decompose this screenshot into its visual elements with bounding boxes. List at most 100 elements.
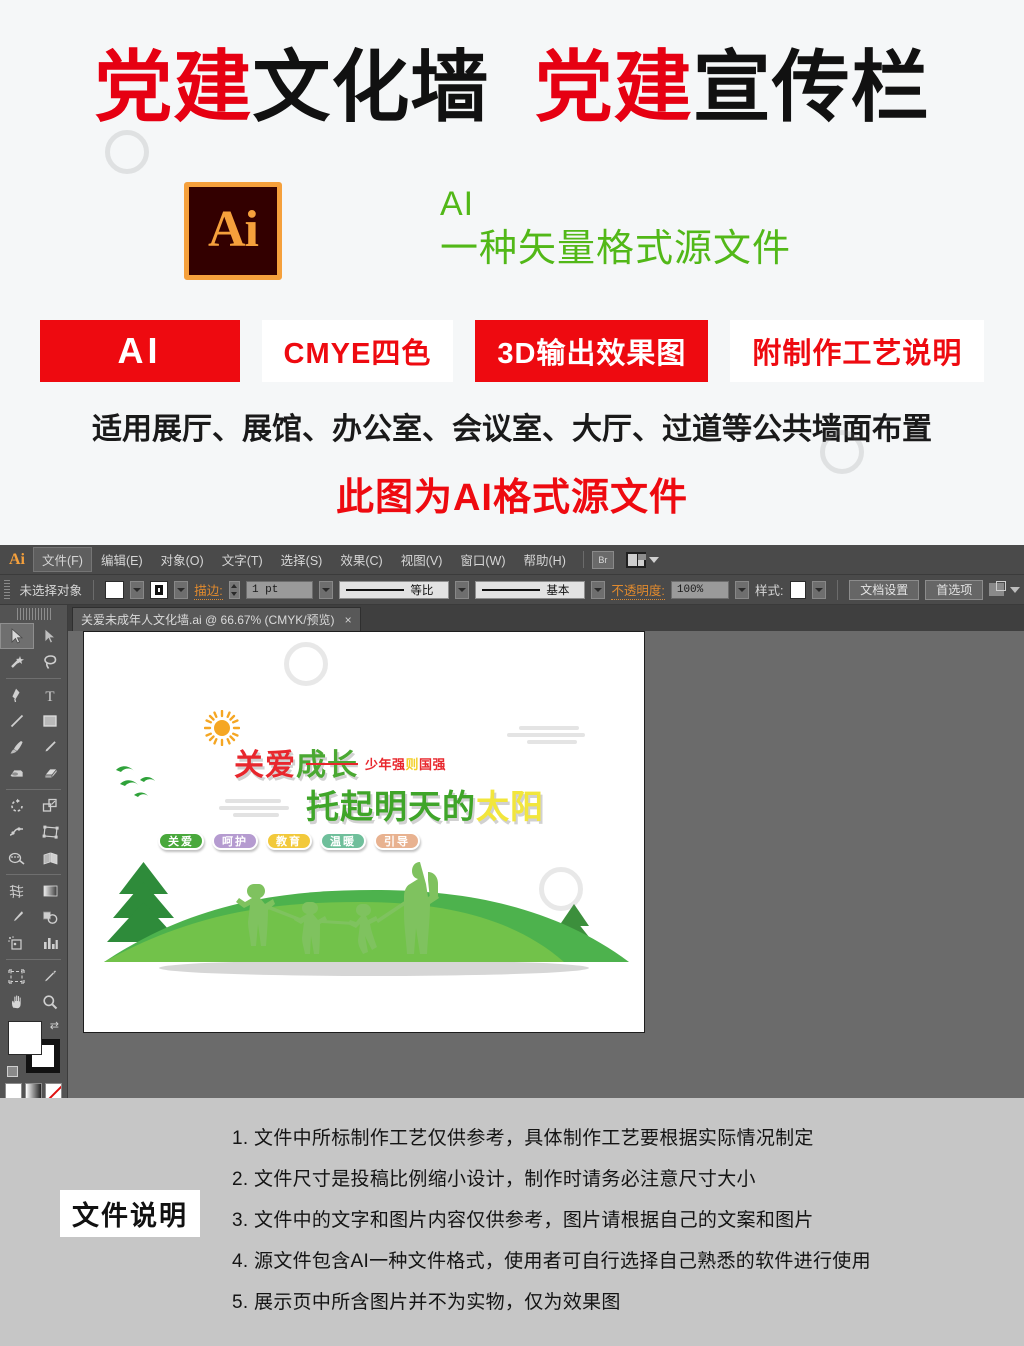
preferences-button[interactable]: 首选项	[925, 579, 984, 600]
column-graph-tool[interactable]	[34, 930, 68, 956]
rotate-tool[interactable]	[0, 793, 34, 819]
artboard-tool[interactable]	[0, 963, 34, 989]
menu-item-view[interactable]: 视图(V)	[392, 547, 452, 572]
control-bar-grip[interactable]	[4, 579, 10, 600]
headline-1-red: 关爱	[234, 749, 296, 782]
fill-color-box[interactable]	[8, 1021, 42, 1055]
menu-item-edit[interactable]: 编辑(E)	[92, 547, 152, 572]
feature-badge-row: AI CMYE四色 3D输出效果图 附制作工艺说明	[0, 320, 1024, 382]
artwork-slogan: 少年强则国强	[306, 754, 446, 773]
fill-color-swatch[interactable]	[104, 580, 124, 599]
source-file-note: 此图为AI格式源文件	[335, 477, 688, 519]
transform-reference-icon[interactable]	[989, 581, 1006, 596]
control-overflow-chevron-icon[interactable]	[1009, 586, 1020, 593]
profile-dropdown-icon[interactable]	[455, 580, 470, 599]
eyedropper-tool[interactable]	[0, 904, 34, 930]
symbol-sprayer-tool[interactable]	[0, 930, 34, 956]
fill-dropdown-icon[interactable]	[129, 580, 144, 599]
opacity-field[interactable]: 100%	[670, 580, 730, 599]
promo-banner: 党建文化墙 党建宣传栏 Ai AI 一种矢量格式源文件 AI CMYE四色 3D…	[0, 0, 1024, 545]
eraser-tool[interactable]	[34, 760, 68, 786]
menu-item-type[interactable]: 文字(T)	[213, 547, 272, 572]
pen-tool[interactable]	[0, 682, 34, 708]
style-dropdown-icon[interactable]	[812, 580, 827, 599]
lasso-tool[interactable]	[34, 649, 68, 675]
menu-item-effect[interactable]: 效果(C)	[331, 547, 391, 572]
format-description: AI 一种矢量格式源文件	[440, 184, 791, 274]
application-scope-text: 适用展厅、展馆、办公室、会议室、大厅、过道等公共墙面布置	[92, 413, 932, 446]
menu-item-help[interactable]: 帮助(H)	[515, 547, 575, 572]
brush-dropdown-icon[interactable]	[591, 580, 606, 599]
badge-ai: AI	[39, 320, 240, 382]
document-setup-button[interactable]: 文档设置	[849, 579, 920, 600]
toolbox-tools-grid: T	[0, 623, 67, 1015]
stroke-dropdown-icon[interactable]	[174, 580, 189, 599]
chevron-down-icon	[648, 556, 659, 563]
width-tool[interactable]	[0, 819, 34, 845]
workspace-layout-icon	[625, 551, 646, 568]
birds-icon	[116, 766, 155, 797]
document-tab[interactable]: 关爱未成年人文化墙.ai @ 66.67% (CMYK/预览) ×	[72, 607, 361, 631]
pencil-tool[interactable]	[34, 734, 68, 760]
toolbox-panel: T ⇄	[0, 605, 68, 1120]
type-tool[interactable]: T	[34, 682, 68, 708]
scale-tool[interactable]	[34, 793, 68, 819]
menu-item-select[interactable]: 选择(S)	[272, 547, 332, 572]
variable-width-profile-combo[interactable]: 等比	[339, 580, 450, 599]
selection-tool[interactable]	[0, 623, 34, 649]
illustrator-window: Ai 文件(F) 编辑(E) 对象(O) 文字(T) 选择(S) 效果(C) 视…	[0, 545, 1024, 1120]
badge-cmye: CMYE四色	[261, 320, 454, 382]
toolbox-grip[interactable]	[16, 608, 51, 620]
brush-definition-combo[interactable]: 基本	[475, 580, 586, 599]
close-icon[interactable]: ×	[345, 613, 352, 627]
magic-wand-tool[interactable]	[0, 649, 34, 675]
title-red-2: 党建	[534, 43, 693, 131]
stroke-color-swatch[interactable]	[149, 580, 169, 599]
workspace-switcher[interactable]	[625, 551, 659, 568]
tag-yindao: 引导	[374, 832, 420, 850]
style-label: 样式:	[755, 584, 784, 598]
mesh-tool[interactable]	[0, 878, 34, 904]
graphic-style-swatch[interactable]	[789, 580, 807, 599]
blob-brush-tool[interactable]	[0, 760, 34, 786]
toolbox-divider-1	[6, 678, 61, 679]
ai-logo-text: Ai	[208, 201, 259, 258]
stroke-weight-label[interactable]: 描边:	[194, 580, 223, 600]
cloud-icon	[219, 799, 289, 817]
menu-item-file[interactable]: 文件(F)	[33, 547, 92, 572]
hand-tool[interactable]	[0, 989, 34, 1015]
document-tab-title: 关爱未成年人文化墙.ai @ 66.67% (CMYK/预览)	[81, 613, 335, 627]
default-fill-stroke-icon[interactable]	[7, 1066, 18, 1077]
artboard-canvas[interactable]: 关爱成长 少年强则国强 托起明天的太阳 关爱 呵护 教育 温暖 引导	[83, 631, 645, 1033]
gradient-tool[interactable]	[34, 878, 68, 904]
slice-tool[interactable]	[34, 963, 68, 989]
bridge-icon[interactable]: Br	[591, 550, 614, 569]
badge-3d-output: 3D输出效果图	[475, 320, 709, 382]
menu-item-window[interactable]: 窗口(W)	[451, 547, 514, 572]
title-black-1: 文化墙	[252, 43, 490, 131]
zoom-tool[interactable]	[34, 989, 68, 1015]
page-root: 党建文化墙 党建宣传栏 Ai AI 一种矢量格式源文件 AI CMYE四色 3D…	[0, 0, 1024, 1346]
slogan-yellow: 则	[405, 757, 420, 772]
watermark-canvas	[284, 642, 328, 686]
rectangle-tool[interactable]	[34, 708, 68, 734]
perspective-grid-tool[interactable]	[34, 845, 68, 871]
paintbrush-tool[interactable]	[0, 734, 34, 760]
swap-fill-stroke-icon[interactable]: ⇄	[50, 1019, 59, 1032]
stroke-weight-dropdown-icon[interactable]	[319, 580, 334, 599]
line-segment-tool[interactable]	[0, 708, 34, 734]
file-note-item-3: 3. 文件中的文字和图片内容仅供参考，图片请根据自己的文案和图片	[232, 1210, 814, 1231]
selection-status-label: 未选择对象	[19, 584, 83, 598]
file-note-item-5: 5. 展示页中所含图片并不为实物，仅为效果图	[232, 1292, 621, 1313]
blend-tool[interactable]	[34, 904, 68, 930]
hill-scene-illustration	[104, 862, 629, 976]
stroke-weight-stepper[interactable]	[228, 580, 240, 599]
shape-builder-tool[interactable]	[0, 845, 34, 871]
opacity-dropdown-icon[interactable]	[735, 580, 750, 599]
opacity-label[interactable]: 不透明度:	[611, 580, 665, 600]
stroke-weight-field[interactable]: 1 pt	[245, 580, 314, 599]
slogan-text: 少年强则国强	[365, 754, 446, 773]
menu-item-object[interactable]: 对象(O)	[152, 547, 213, 572]
direct-selection-tool[interactable]	[34, 623, 68, 649]
free-transform-tool[interactable]	[34, 819, 68, 845]
